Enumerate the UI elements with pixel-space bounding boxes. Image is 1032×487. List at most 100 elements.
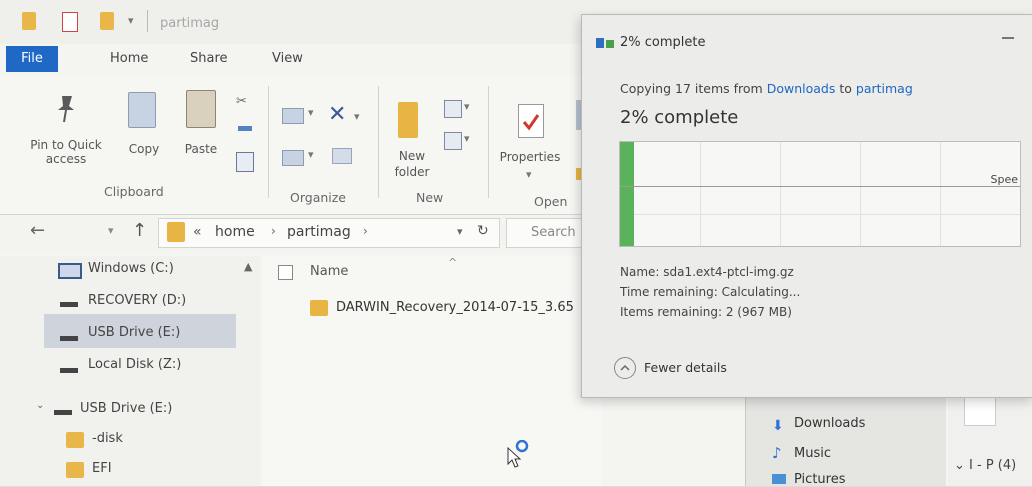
address-bar[interactable]: « home › partimag › ▾ ↻ [158,218,500,248]
pin-to-quick-access-button[interactable]: Pin to Quick access [16,138,116,166]
music-note-icon: ♪ [772,444,782,462]
graph-gridline [620,214,1020,215]
recent-locations-chevron-icon[interactable]: ▾ [108,224,114,237]
pin-icon [56,94,76,124]
nav-item-music[interactable]: Music [794,446,831,461]
divider [147,10,148,32]
expand-chevron-icon[interactable]: ⌄ [36,400,44,411]
copy-progress-dialog: 2% complete Copying 17 items from Downlo… [581,14,1032,398]
tab-share[interactable]: Share [180,46,238,72]
new-folder-quick-icon[interactable] [100,12,114,30]
folder-icon [66,432,84,448]
usb-drive-icon [54,410,72,415]
new-item-icon[interactable] [444,100,462,118]
column-header-name[interactable]: Name [310,264,348,279]
chevron-down-icon[interactable]: ▾ [308,148,314,161]
tab-view[interactable]: View [262,46,313,72]
tab-home[interactable]: Home [100,46,158,72]
ribbon-divider [378,86,379,198]
chevron-down-icon: ⌄ [954,458,965,473]
minimize-icon[interactable] [1002,37,1014,39]
back-arrow-icon[interactable]: ← [30,220,45,241]
fewer-details-chevron-icon[interactable] [614,357,636,379]
delete-icon[interactable]: ✕ [328,102,346,127]
group-label-organize: Organize [290,190,346,205]
paste-icon [186,90,216,128]
progress-status: 2% complete [620,107,739,128]
graph-gridline [860,142,861,246]
speed-label: Spee [990,173,1019,186]
paste-shortcut-icon[interactable] [236,152,254,172]
refresh-icon[interactable]: ↻ [477,223,489,239]
up-arrow-icon[interactable]: ↑ [132,220,147,241]
rename-icon[interactable] [332,148,352,164]
to-word: to [839,81,852,96]
group-label: I - P (4) [969,458,1017,473]
nav-item-downloads[interactable]: Downloads [794,416,865,431]
ribbon: Pin to Quick access Copy Paste ✂ Clipboa… [0,76,600,215]
copy-description: Copying 17 items from Downloads to parti… [620,81,913,96]
destination-link[interactable]: partimag [856,81,913,96]
crumb-overflow[interactable]: « [193,224,202,240]
graph-gridline [700,142,701,246]
paste-button[interactable]: Paste [178,142,224,156]
properties-quick-icon[interactable] [62,12,78,32]
select-all-checkbox[interactable] [278,265,293,280]
ribbon-divider [268,86,269,198]
chevron-down-icon[interactable]: ▾ [464,132,470,145]
ribbon-tabs: File Home Share View [0,46,340,74]
window-title: partimag [160,16,220,31]
scroll-up-chevron-icon[interactable]: ▲ [244,260,252,273]
chevron-down-icon[interactable]: ▾ [354,110,360,123]
pictures-icon [772,474,786,484]
group-label-open: Open [534,194,568,209]
ribbon-divider [488,86,489,198]
progress-speed-graph: Spee [619,141,1021,247]
breadcrumb-separator-icon[interactable]: › [271,224,276,238]
source-link[interactable]: Downloads [767,81,836,96]
breadcrumb-partimag[interactable]: partimag [287,224,351,240]
nav-item-usb-drive-e[interactable]: USB Drive (E:) [88,320,180,346]
copy-button[interactable]: Copy [122,142,166,156]
tab-file[interactable]: File [6,46,58,72]
file-row-darwin-recovery[interactable]: DARWIN_Recovery_2014-07-15_3.65 [336,300,574,315]
breadcrumb-separator-icon[interactable]: › [363,224,368,238]
breadcrumb-home[interactable]: home [215,224,255,240]
copy-prefix: Copying 17 items from [620,81,763,96]
time-remaining-line: Time remaining: Calculating... [620,285,801,299]
address-dropdown-chevron-icon[interactable]: ▾ [457,225,463,238]
dialog-title: 2% complete [620,35,706,50]
copy-path-icon[interactable] [238,126,252,131]
folder-icon [167,222,185,242]
items-remaining-line: Items remaining: 2 (967 MB) [620,305,792,319]
chevron-down-icon[interactable]: ▾ [308,106,314,119]
move-to-icon[interactable] [282,108,304,124]
properties-button[interactable]: Properties [494,150,566,164]
nav-item-usb-drive-e-tree[interactable]: USB Drive (E:) [80,396,172,422]
group-header-i-p[interactable]: ⌄ I - P (4) [954,458,1016,473]
speed-line [620,186,1020,187]
nav-item-pictures[interactable]: Pictures [794,472,845,487]
chevron-down-icon[interactable]: ▾ [128,14,134,27]
chevron-down-icon[interactable]: ▾ [464,100,470,113]
navigation-pane: Windows (C:) ▲ RECOVERY (D:) USB Drive (… [0,256,260,486]
easy-access-icon[interactable] [444,132,462,150]
nav-item-disk[interactable]: -disk [92,426,123,452]
chevron-down-icon[interactable]: ▾ [526,168,532,181]
properties-icon [518,104,544,138]
progress-fill [620,142,634,246]
cut-icon[interactable]: ✂ [236,94,247,109]
new-folder-button[interactable]: New folder [384,148,440,180]
nav-item-windows-c[interactable]: Windows (C:) [88,256,174,282]
fewer-details-button[interactable]: Fewer details [644,360,727,375]
nav-item-efi[interactable]: EFI [92,456,112,482]
drive-icon [60,302,78,307]
address-row: ← ▾ ↑ « home › partimag › ▾ ↻ Search [0,216,602,252]
copy-to-icon[interactable] [282,150,304,166]
nav-item-local-disk-z[interactable]: Local Disk (Z:) [88,352,181,378]
copy-progress-icon [596,35,614,49]
search-input[interactable]: Search [531,225,576,240]
windows-drive-icon [58,263,82,279]
download-arrow-icon: ⬇ [772,418,784,434]
nav-item-recovery-d[interactable]: RECOVERY (D:) [88,288,186,314]
